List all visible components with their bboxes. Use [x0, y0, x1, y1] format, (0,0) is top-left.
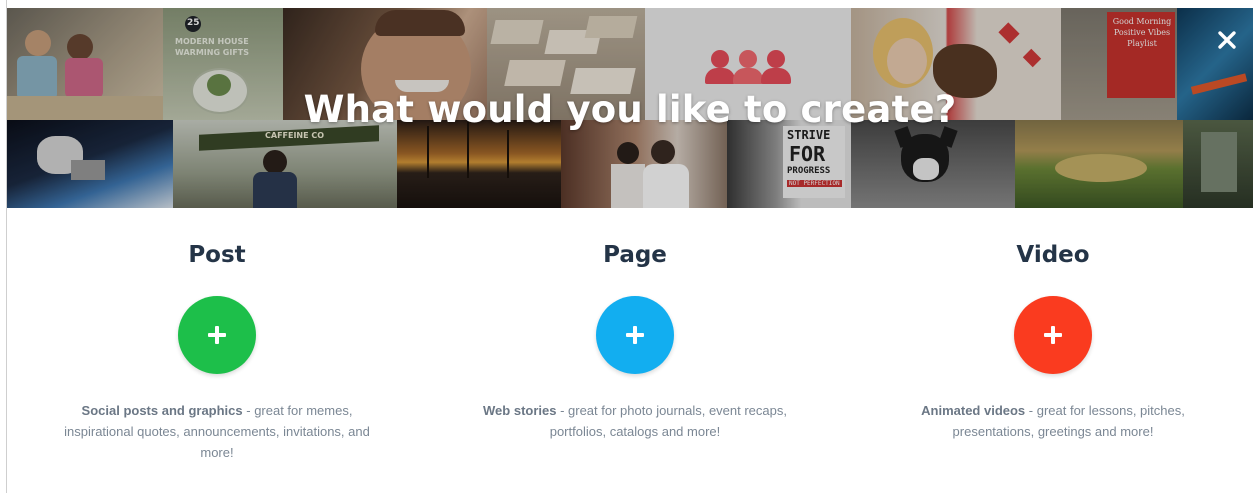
option-description-bold: Animated videos — [921, 403, 1026, 418]
plus-icon — [207, 325, 227, 345]
option-description-rest: - great for photo journals, event recaps… — [549, 403, 787, 439]
option-description-bold: Social posts and graphics — [81, 403, 243, 418]
create-post-button[interactable] — [178, 296, 256, 374]
option-title: Page — [603, 242, 667, 268]
create-page-button[interactable] — [596, 296, 674, 374]
page-title: What would you like to create? — [303, 88, 957, 131]
option-post: Post Social posts and graphics - great f… — [47, 240, 387, 463]
option-page: Page Web stories - great for photo journ… — [465, 240, 805, 442]
create-video-button[interactable] — [1014, 296, 1092, 374]
option-description: Animated videos - great for lessons, pit… — [883, 400, 1223, 442]
hero-mosaic: 25 MODERN HOUSE WARMING GIFTS Good Morni… — [7, 8, 1253, 208]
option-description: Social posts and graphics - great for me… — [47, 400, 387, 463]
option-description-bold: Web stories — [483, 403, 557, 418]
option-video: Video Animated videos - great for lesson… — [883, 240, 1223, 442]
plus-icon — [1043, 325, 1063, 345]
plus-icon — [625, 325, 645, 345]
create-dialog: 25 MODERN HOUSE WARMING GIFTS Good Morni… — [0, 0, 1253, 493]
close-button[interactable] — [1215, 28, 1239, 52]
option-description: Web stories - great for photo journals, … — [465, 400, 805, 442]
option-title: Video — [1016, 242, 1090, 268]
option-title: Post — [188, 242, 246, 268]
close-icon — [1218, 31, 1236, 49]
